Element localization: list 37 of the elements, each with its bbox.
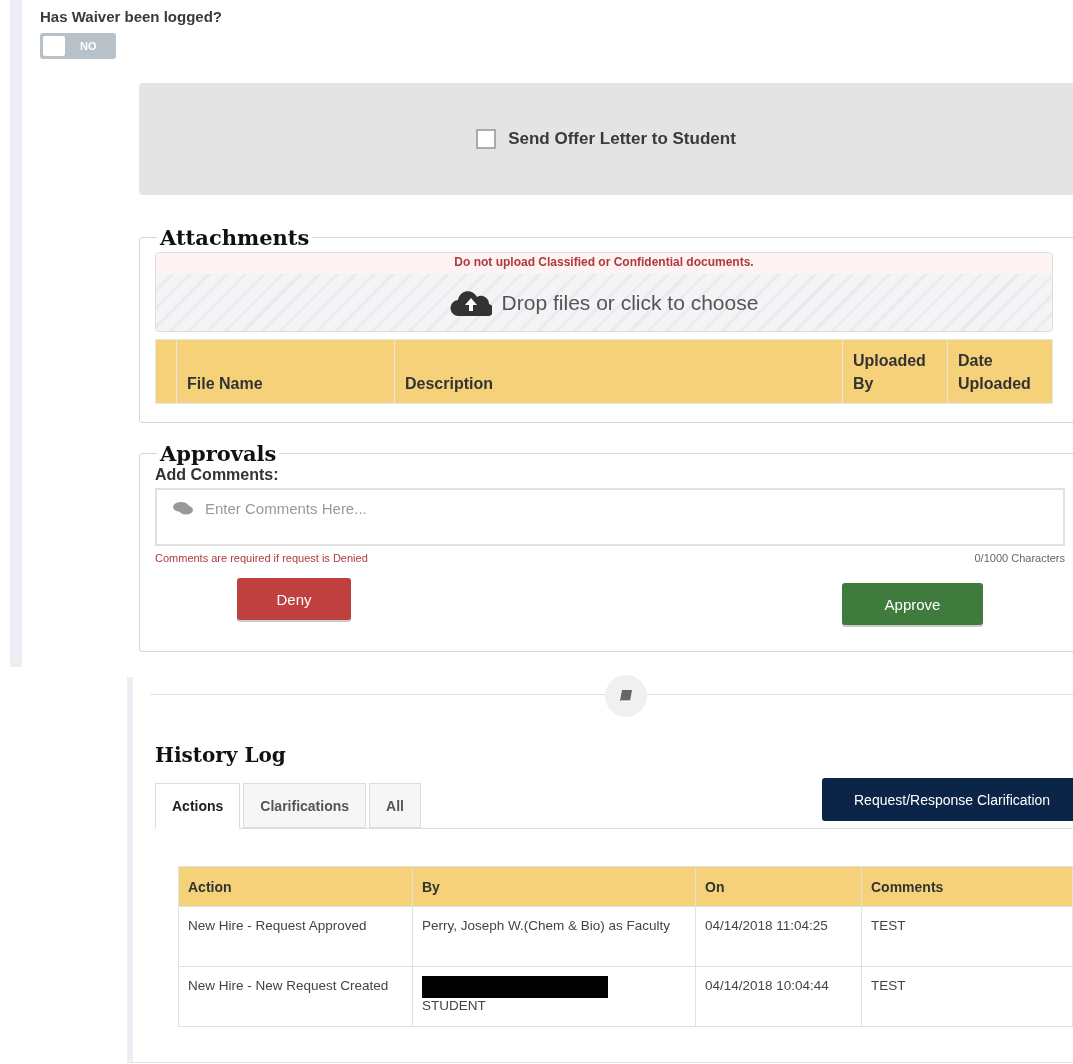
section-title: History Log	[155, 743, 286, 767]
field-label: Has Waiver been logged?	[40, 8, 222, 25]
checkbox-label: Send Offer Letter to Student	[508, 129, 736, 149]
column-header: Comments	[861, 866, 1073, 907]
table-header-cell	[155, 339, 177, 404]
checkbox[interactable]	[476, 129, 497, 149]
tab[interactable]: All	[369, 783, 421, 828]
hint-text: Comments are required if request is Denied	[155, 552, 368, 564]
table-cell: STUDENT	[412, 966, 696, 1027]
table-cell: 04/14/2018 11:04:25	[695, 906, 862, 967]
tab[interactable]: Clarifications	[243, 783, 367, 828]
character-counter: 0/1000 Characters	[974, 552, 1065, 564]
tab[interactable]: Actions	[155, 783, 241, 829]
deny-button[interactable]: Deny	[237, 578, 351, 620]
table-cell: TEST	[861, 906, 1073, 967]
table-cell: 04/14/2018 10:04:44	[695, 966, 862, 1027]
section-title: Approvals	[158, 441, 278, 466]
comments-field[interactable]: Enter Comments Here...	[155, 488, 1065, 546]
table-cell: New Hire - New Request Created	[178, 966, 413, 1027]
column-header: Description	[394, 339, 843, 404]
section-title: Attachments	[158, 225, 311, 250]
clarification-button[interactable]: Request/Response Clarification	[822, 778, 1073, 821]
drop-zone[interactable]: Drop files or click to choose	[156, 274, 1052, 331]
column-header: File Name	[176, 339, 395, 404]
table-cell: New Hire - Request Approved	[178, 906, 413, 967]
table-cell: TEST	[861, 966, 1073, 1027]
warning-text: Do not upload Classified or Confidential documents.	[156, 253, 1052, 274]
column-header: Action	[178, 866, 413, 907]
table-cell: Perry, Joseph W.(Chem & Bio) as Faculty	[412, 906, 696, 967]
field-label: Add Comments:	[155, 466, 280, 484]
cloud-upload-icon	[449, 289, 492, 316]
column-header: Uploaded By	[842, 339, 948, 404]
column-header: On	[695, 866, 862, 907]
approve-button[interactable]: Approve	[842, 583, 983, 625]
column-header: Date Uploaded	[947, 339, 1053, 404]
column-header: By	[412, 866, 696, 907]
chat-icon	[173, 501, 193, 516]
